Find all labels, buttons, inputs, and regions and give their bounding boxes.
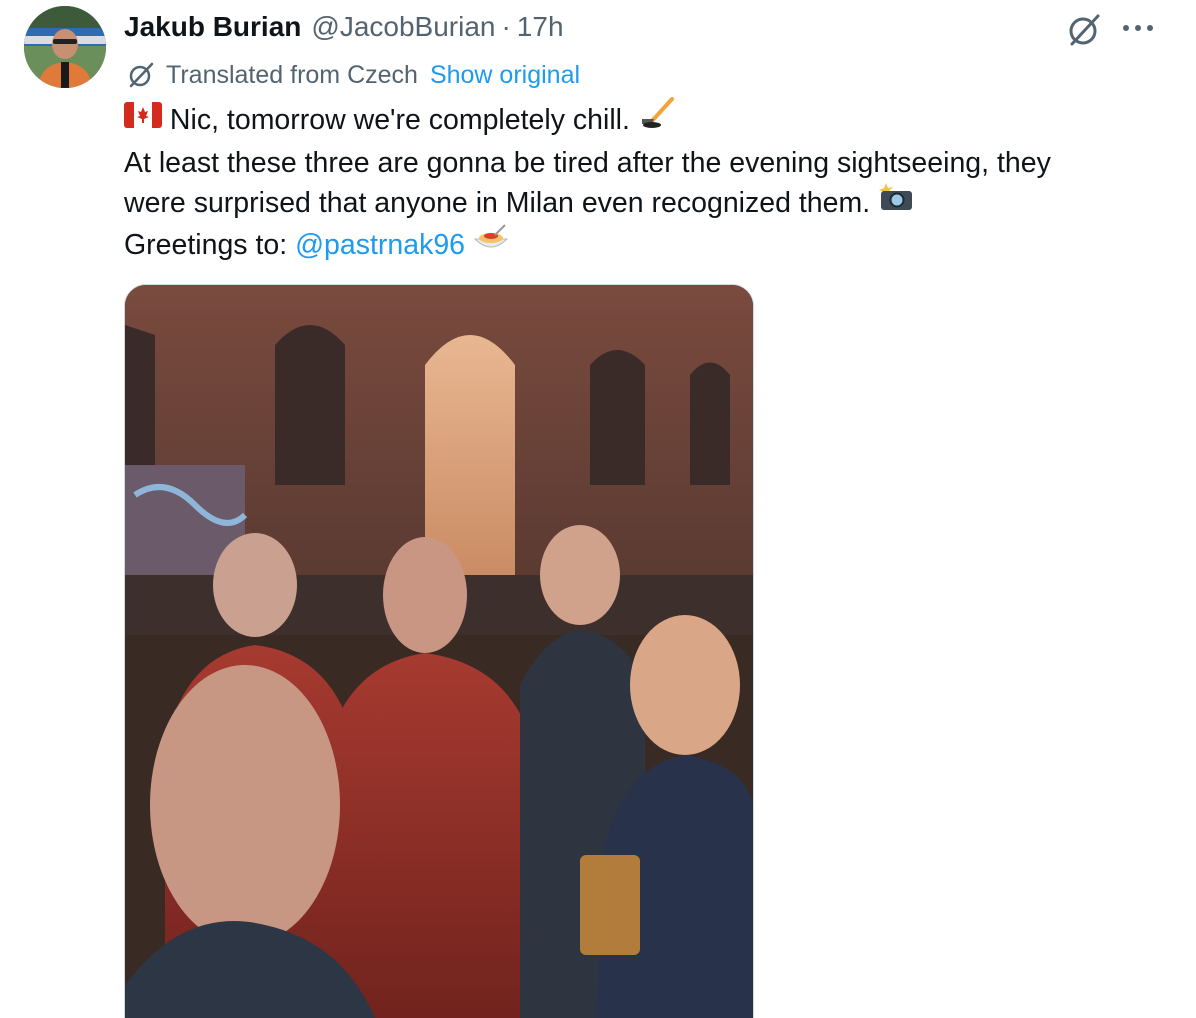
more-horizontal-icon: [1123, 25, 1153, 31]
text-line-3-content: were surprised that anyone in Milan even…: [124, 187, 871, 219]
author-handle[interactable]: @JacobBurian: [311, 11, 495, 43]
grok-icon: [1069, 14, 1100, 46]
spaghetti-icon: [473, 223, 509, 264]
grok-button[interactable]: [1062, 8, 1106, 52]
selfie-photo-icon: [125, 285, 753, 1018]
tweet-text: Nic, tomorrow we're completely chill. At…: [124, 97, 1184, 267]
greetings-label: Greetings to:: [124, 228, 288, 261]
separator-dot: ·: [501, 11, 511, 42]
text-line-3: were surprised that anyone in Milan even…: [124, 181, 1184, 225]
text-line-2: At least these three are gonna be tired …: [124, 147, 1051, 179]
grok-icon: [124, 58, 158, 92]
author-name[interactable]: Jakub Burian: [124, 11, 301, 43]
text-line-4: Greetings to: @pastrnak96: [124, 223, 1184, 267]
translated-label: Translated from Czech: [166, 60, 418, 89]
more-options-button[interactable]: [1112, 8, 1164, 48]
canada-flag-icon: [124, 99, 162, 139]
profile-photo-icon: [24, 6, 106, 88]
ice-hockey-icon: [638, 97, 676, 140]
avatar[interactable]: [24, 6, 106, 88]
tweet-photo[interactable]: [124, 284, 754, 1018]
tweet-header: Jakub Burian @JacobBurian · 17h: [124, 6, 564, 48]
tweet[interactable]: Jakub Burian @JacobBurian · 17h Translat…: [0, 0, 1196, 1018]
translation-notice: Translated from Czech Show original: [124, 58, 580, 92]
text-line-1-content: Nic, tomorrow we're completely chill.: [169, 104, 630, 137]
camera-with-flash-icon: [878, 181, 914, 222]
timestamp[interactable]: 17h: [517, 11, 564, 43]
text-line-1: Nic, tomorrow we're completely chill.: [124, 97, 1184, 143]
mention-link[interactable]: @pastrnak96: [295, 229, 465, 261]
show-original-link[interactable]: Show original: [430, 61, 580, 90]
